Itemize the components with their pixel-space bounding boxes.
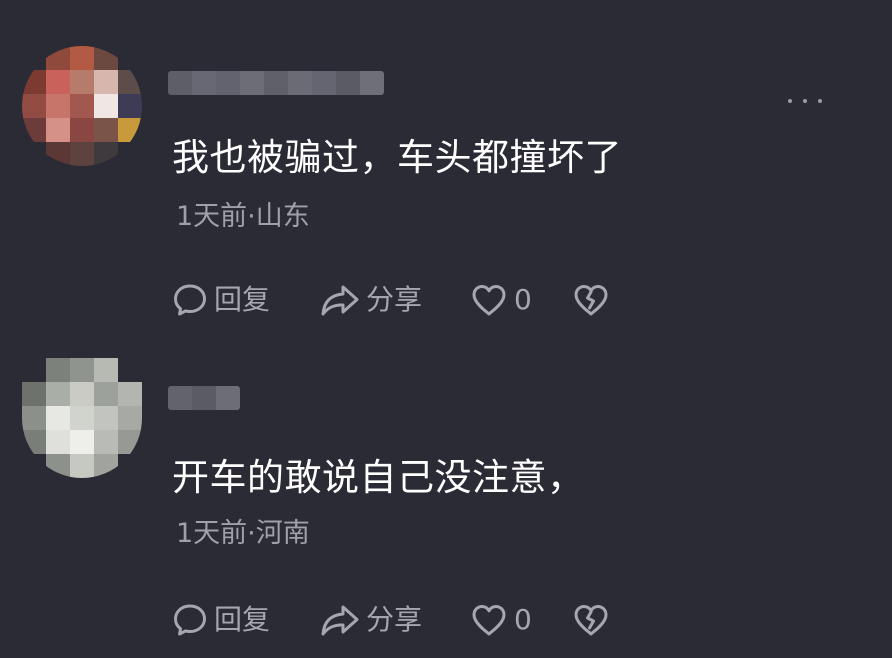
comment-actions: 回复 分享 0 [172,598,610,642]
comment-bubble-icon [174,284,206,316]
comment-list: 我也被骗过，车头都撞坏了 1天前·山东 回复 分享 0 开车的敢说自己没注意， … [0,0,892,658]
comment-bubble-icon [174,604,206,636]
share-button[interactable]: 分享 [320,280,470,320]
share-arrow-icon [321,285,359,316]
heart-icon [472,285,506,316]
reply-label: 回复 [214,283,271,316]
comment-meta: 1天前·山东 [176,201,310,232]
comment-meta: 1天前·河南 [176,518,310,549]
comment-actions: 回复 分享 0 [172,278,610,322]
comment-item: 开车的敢说自己没注意， 1天前·河南 回复 分享 0 [0,340,892,658]
broken-heart-icon [574,285,608,316]
share-button[interactable]: 分享 [320,600,470,640]
more-options-icon[interactable] [788,96,822,106]
reply-button[interactable]: 回复 [172,280,320,320]
like-button[interactable]: 0 [470,600,572,640]
broken-heart-icon [574,605,608,636]
dislike-button[interactable] [572,603,610,637]
comment-text: 我也被骗过，车头都撞坏了 [172,136,622,179]
share-label: 分享 [366,283,423,316]
avatar[interactable] [22,358,142,478]
like-count: 0 [514,603,532,636]
reply-button[interactable]: 回复 [172,600,320,640]
like-button[interactable]: 0 [470,280,572,320]
username-blurred[interactable] [168,386,240,410]
like-count: 0 [514,283,532,316]
dislike-button[interactable] [572,283,610,317]
heart-icon [472,605,506,636]
comment-text: 开车的敢说自己没注意， [172,456,585,499]
share-label: 分享 [366,603,423,636]
username-blurred[interactable] [168,71,384,95]
share-arrow-icon [321,605,359,636]
avatar[interactable] [22,46,142,166]
reply-label: 回复 [214,603,271,636]
comment-item: 我也被骗过，车头都撞坏了 1天前·山东 回复 分享 0 [0,0,892,340]
